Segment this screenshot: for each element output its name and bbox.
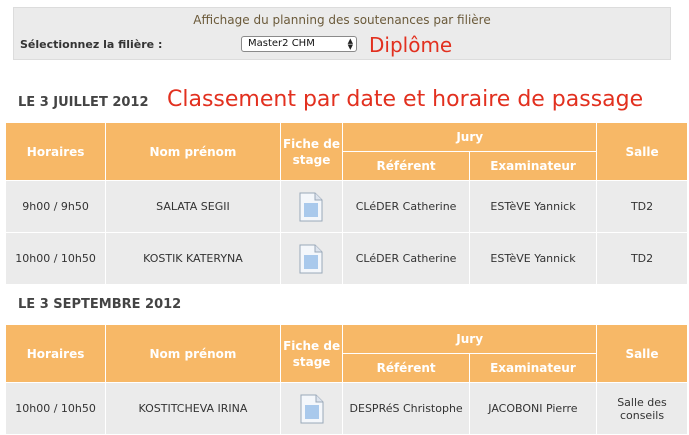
document-icon[interactable] bbox=[299, 244, 323, 274]
annotation-diplome: Diplôme bbox=[369, 33, 453, 57]
cell-examinateur: ESTèVE Yannick bbox=[469, 233, 597, 284]
cell-horaires: 9h00 / 9h50 bbox=[6, 181, 106, 232]
filter-label: Sélectionnez la filière : bbox=[20, 38, 163, 51]
cell-referent: DESPRéS Christophe bbox=[343, 383, 469, 434]
cell-horaires: 10h00 / 10h50 bbox=[6, 383, 106, 434]
header-nom: Nom prénom bbox=[106, 123, 280, 180]
filter-title: Affichage du planning des soutenances pa… bbox=[193, 13, 491, 27]
cell-salle: TD2 bbox=[597, 181, 687, 232]
document-icon[interactable] bbox=[300, 394, 324, 424]
cell-referent: CLéDER Catherine bbox=[343, 233, 469, 284]
schedule-table: Horaires Nom prénom Fiche de stage Jury … bbox=[5, 324, 688, 435]
table-row: 9h00 / 9h50 SALATA SEGII CLéDER Catherin… bbox=[6, 181, 687, 232]
header-referent: Référent bbox=[343, 152, 469, 180]
section-date: LE 3 JUILLET 2012 bbox=[18, 95, 149, 110]
header-jury: Jury bbox=[343, 325, 596, 353]
header-fiche: Fiche de stage bbox=[280, 123, 343, 180]
cell-nom: SALATA SEGII bbox=[106, 181, 280, 232]
cell-fiche bbox=[280, 181, 343, 232]
header-salle: Salle bbox=[597, 123, 687, 180]
header-examinateur: Examinateur bbox=[469, 354, 596, 382]
header-salle: Salle bbox=[597, 325, 687, 382]
document-icon[interactable] bbox=[299, 192, 323, 222]
table-row: 10h00 / 10h50 KOSTIK KATERYNA CLéDER Cat… bbox=[6, 233, 687, 284]
cell-salle: TD2 bbox=[597, 233, 687, 284]
cell-examinateur: ESTèVE Yannick bbox=[469, 181, 597, 232]
cell-horaires: 10h00 / 10h50 bbox=[6, 233, 106, 284]
header-examinateur: Examinateur bbox=[469, 152, 597, 180]
select-arrows-icon: ▲ ▼ bbox=[347, 37, 353, 51]
cell-fiche bbox=[280, 383, 343, 434]
header-jury: Jury bbox=[343, 123, 597, 151]
cell-salle: Salle des conseils bbox=[597, 383, 687, 434]
filter-panel: Affichage du planning des soutenances pa… bbox=[13, 7, 671, 60]
cell-nom: KOSTITCHEVA IRINA bbox=[106, 383, 280, 434]
header-horaires: Horaires bbox=[6, 123, 106, 180]
header-fiche: Fiche de stage bbox=[280, 325, 343, 382]
table-row: 10h00 / 10h50 KOSTITCHEVA IRINA DESPRéS … bbox=[6, 383, 687, 434]
filiere-select-value: Master2 CHM bbox=[248, 38, 315, 49]
cell-nom: KOSTIK KATERYNA bbox=[106, 233, 280, 284]
filiere-select[interactable]: Master2 CHM ▲ ▼ bbox=[241, 36, 357, 52]
header-horaires: Horaires bbox=[6, 325, 106, 382]
section-date: LE 3 SEPTEMBRE 2012 bbox=[18, 297, 182, 312]
annotation-classement: Classement par date et horaire de passag… bbox=[167, 87, 644, 112]
cell-referent: CLéDER Catherine bbox=[343, 181, 469, 232]
header-nom: Nom prénom bbox=[106, 325, 280, 382]
schedule-table: Horaires Nom prénom Fiche de stage Jury … bbox=[5, 122, 688, 285]
cell-examinateur: JACOBONI Pierre bbox=[469, 383, 596, 434]
cell-fiche bbox=[280, 233, 343, 284]
header-referent: Référent bbox=[343, 354, 469, 382]
